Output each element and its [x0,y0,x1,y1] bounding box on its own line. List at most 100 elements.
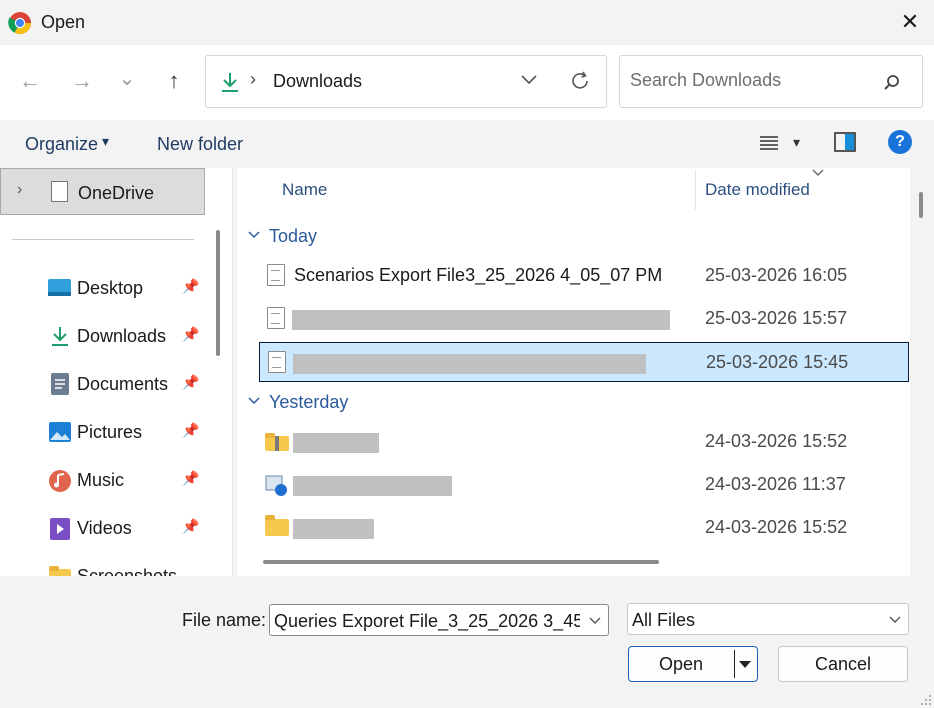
sidebar-item-screenshots[interactable]: Screenshots [0,556,205,576]
file-row[interactable]: 25-03-2026 15:57 [259,299,909,339]
column-header-name[interactable]: Name [282,180,327,200]
pin-icon[interactable]: 📌 [182,518,199,535]
sidebar-item-pictures[interactable]: Pictures 📌 [0,412,205,452]
group-collapse-icon[interactable] [247,396,261,406]
file-name: Scenarios Export File3_25_2026 4_05_07 P… [294,265,663,285]
column-header-date-modified[interactable]: Date modified [705,180,810,200]
sidebar-item-videos[interactable]: Videos 📌 [0,508,205,548]
pin-icon[interactable]: 📌 [182,374,199,391]
documents-icon [51,373,69,395]
new-folder-button[interactable]: New folder [157,134,243,155]
file-name-value[interactable]: Queries Exporet File_3_25_2026 3_45_5 [274,611,580,632]
file-row[interactable]: 24-03-2026 15:52 [259,422,909,462]
desktop-icon [48,279,71,296]
view-options-caret-icon[interactable]: ▾ [793,134,800,151]
help-button[interactable]: ? [888,130,912,154]
breadcrumb-separator: › [250,69,256,89]
command-bar: Organize ▾ New folder ▾ ? [0,120,934,168]
organize-caret-icon: ▾ [102,133,110,149]
view-list-icon[interactable] [759,134,779,152]
cancel-button[interactable]: Cancel [778,646,908,682]
search-icon[interactable] [883,74,901,92]
chevron-down-icon[interactable] [520,74,538,86]
breadcrumb-downloads[interactable]: Downloads [273,71,362,92]
file-date: 24-03-2026 15:52 [705,431,848,451]
search-input[interactable] [630,70,870,91]
back-button[interactable]: ← [14,65,46,97]
sidebar-item-label: Music [77,470,125,490]
open-options-caret-icon[interactable] [738,660,752,669]
pin-icon[interactable]: 📌 [182,422,199,439]
dialog-footer [0,576,934,708]
address-bar[interactable]: › Downloads [205,55,607,108]
file-date: 25-03-2026 15:45 [706,352,849,372]
sidebar-item-documents[interactable]: Documents 📌 [0,364,205,404]
file-row[interactable]: Scenarios Export File3_25_2026 4_05_07 P… [259,256,909,296]
file-date: 25-03-2026 15:57 [705,308,848,328]
expand-chevron-icon[interactable]: › [17,181,22,199]
group-header-yesterday[interactable]: Yesterday [269,392,348,413]
sort-chevron-icon [812,169,824,176]
group-collapse-icon[interactable] [247,230,261,240]
preview-pane-icon[interactable] [834,132,856,152]
downloads-icon [52,327,68,346]
pin-icon[interactable]: 📌 [182,470,199,487]
chrome-icon [8,12,31,34]
file-date: 24-03-2026 15:52 [705,517,848,537]
download-arrow-icon [222,73,238,92]
file-list-pane: Name Date modified Today Scenarios Expor… [237,168,910,576]
organize-button[interactable]: Organize [25,134,98,155]
sidebar-item-label: Videos [77,518,132,538]
sidebar-item-label: Desktop [77,278,144,298]
file-type-value: All Files [632,610,696,630]
forward-button[interactable]: → [66,65,98,97]
sidebar-item-label: OneDrive [78,183,155,203]
group-header-today[interactable]: Today [269,226,317,247]
file-date: 24-03-2026 11:37 [705,474,846,494]
redacted-file-name [293,433,379,453]
file-date: 25-03-2026 16:05 [705,265,848,285]
split-divider [734,650,735,678]
file-row[interactable]: 24-03-2026 15:52 [259,508,909,548]
redacted-file-name [293,519,374,539]
search-box[interactable] [619,55,923,108]
refresh-icon[interactable] [569,70,591,92]
sidebar-item-label: Documents [77,374,169,394]
pin-icon[interactable]: 📌 [182,326,199,343]
file-name-label: File name: [182,610,267,630]
chevron-down-icon[interactable] [588,616,602,626]
folder-icon [265,515,289,536]
resize-grip-icon[interactable] [920,694,932,706]
pin-icon[interactable]: 📌 [182,278,199,295]
horizontal-scrollbar[interactable] [263,560,659,564]
recent-locations-button[interactable]: ⌄ [111,63,143,95]
vertical-scrollbar[interactable] [919,192,923,218]
sidebar-item-downloads[interactable]: Downloads 📌 [0,316,205,356]
close-button[interactable]: ✕ [898,10,922,34]
sidebar-item-onedrive[interactable]: › OneDrive [0,168,205,215]
sidebar-scrollbar[interactable] [216,230,220,356]
sidebar-divider [12,239,194,240]
file-row[interactable]: 24-03-2026 11:37 [259,465,909,505]
zip-folder-icon [265,433,289,451]
title-bar: Open ✕ [0,0,934,45]
document-icon [268,351,286,373]
sidebar-item-label: Screenshots [77,566,178,576]
pictures-icon [49,422,71,442]
sidebar-item-desktop[interactable]: Desktop 📌 [0,268,205,308]
videos-icon [50,518,70,540]
window-title: Open [41,12,86,32]
onedrive-icon [51,181,68,202]
up-button[interactable]: ↑ [158,65,190,97]
file-row-selected[interactable]: 25-03-2026 15:45 [259,342,909,382]
folder-icon [49,566,71,576]
music-icon [49,470,71,492]
column-divider[interactable] [695,170,696,210]
installer-icon [265,475,287,496]
open-button[interactable]: Open [628,646,758,682]
sidebar-item-music[interactable]: Music 📌 [0,460,205,500]
file-type-select[interactable]: All Files [627,603,909,635]
chevron-down-icon[interactable] [888,615,902,625]
file-name-field[interactable]: Queries Exporet File_3_25_2026 3_45_5 [269,604,609,636]
sidebar-item-label: Downloads [77,326,167,346]
